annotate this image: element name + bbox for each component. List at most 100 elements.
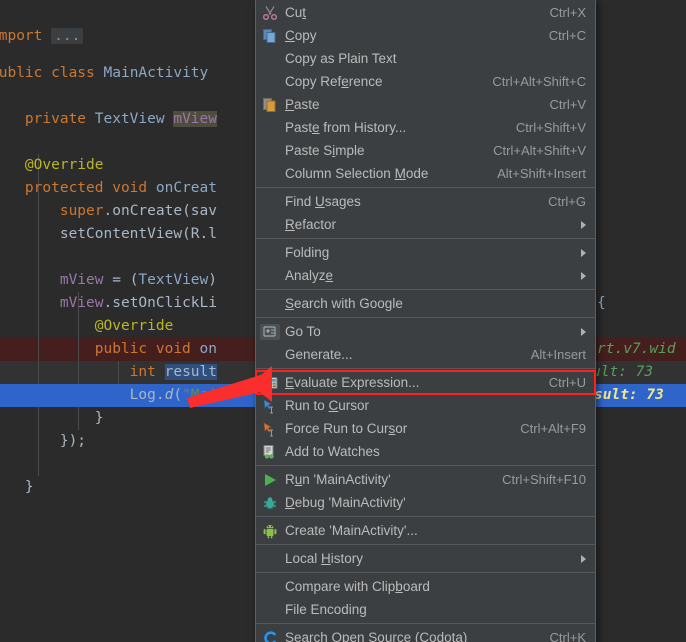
menu-item-column-selection-mode[interactable]: Column Selection Mode Alt+Shift+Insert <box>256 162 595 185</box>
indent-guide <box>38 246 39 269</box>
menu-item-no-icon <box>260 120 280 136</box>
run-icon <box>260 472 280 488</box>
menu-item-shortcut: Ctrl+Shift+V <box>515 120 586 135</box>
code-text: mView.setOnClickLi <box>0 292 217 315</box>
code-text: mView = (TextView) <box>0 269 217 292</box>
force-run-to-cursor-icon <box>260 421 280 437</box>
menu-item-shortcut: Ctrl+X <box>549 5 586 20</box>
code-token: ... <box>51 28 84 44</box>
cut-icon <box>260 5 280 21</box>
menu-item-go-to[interactable]: Go To <box>256 320 595 343</box>
menu-item-no-icon <box>260 166 280 182</box>
menu-item-shortcut: Alt+Insert <box>530 347 586 362</box>
code-text: } <box>0 407 104 430</box>
submenu-arrow-icon <box>581 554 586 563</box>
menu-item-file-encoding[interactable]: File Encoding <box>256 598 595 621</box>
menu-item-shortcut: Ctrl+K <box>549 630 586 642</box>
menu-item-compare-with-clipboard[interactable]: Compare with Clipboard <box>256 575 595 598</box>
code-token: @Override <box>0 318 174 334</box>
menu-item-find-usages[interactable]: Find Usages Ctrl+G <box>256 190 595 213</box>
code-text: setContentView(R.l <box>0 223 217 246</box>
submenu-arrow-icon <box>581 220 586 229</box>
menu-item-refactor[interactable]: Refactor <box>256 213 595 236</box>
menu-separator <box>256 238 595 239</box>
menu-separator <box>256 544 595 545</box>
menu-item-cut[interactable]: Cut Ctrl+X <box>256 1 595 24</box>
menu-item-local-history[interactable]: Local History <box>256 547 595 570</box>
code-text: public class MainActivity <box>0 62 217 85</box>
menu-item-run-to-cursor[interactable]: Run to Cursor <box>256 394 595 417</box>
codota-icon <box>260 630 280 642</box>
menu-item-copy-reference[interactable]: Copy Reference Ctrl+Alt+Shift+C <box>256 70 595 93</box>
code-text: } <box>0 476 34 499</box>
menu-item-no-icon <box>260 74 280 90</box>
menu-item-shortcut: Ctrl+Alt+Shift+C <box>492 74 586 89</box>
menu-item-no-icon <box>260 602 280 618</box>
menu-item-shortcut: Ctrl+U <box>548 375 586 390</box>
code-token: onCreat <box>155 180 217 196</box>
code-token: Log. <box>0 387 165 403</box>
code-text: private TextView mView <box>0 108 217 131</box>
menu-item-paste-from-history[interactable]: Paste from History... Ctrl+Shift+V <box>256 116 595 139</box>
add-to-watches-icon <box>260 444 280 460</box>
menu-item-no-icon <box>260 245 280 261</box>
menu-item-shortcut: Ctrl+Shift+F10 <box>502 472 586 487</box>
menu-item-label: File Encoding <box>285 602 367 617</box>
menu-item-label: Debug 'MainActivity' <box>285 495 406 510</box>
code-token: MainActivity <box>103 65 217 81</box>
menu-item-label: Copy as Plain Text <box>285 51 397 66</box>
paste-icon <box>260 97 280 113</box>
menu-item-label: Paste Simple <box>285 143 365 158</box>
code-token: setContentView(R.l <box>0 226 217 242</box>
menu-item-analyze[interactable]: Analyze <box>256 264 595 287</box>
code-token: ) <box>208 272 217 288</box>
code-token: "Mai <box>182 387 217 403</box>
editor-context-menu[interactable]: Cut Ctrl+X Copy Ctrl+C Copy as Plain Text Cop… <box>255 0 596 642</box>
code-token: @Override <box>0 157 104 173</box>
menu-separator <box>256 465 595 466</box>
code-text: Log.d("Mai <box>0 384 217 407</box>
menu-item-add-to-watches[interactable]: Add to Watches <box>256 440 595 463</box>
code-token: mView <box>0 272 104 288</box>
code-token: result <box>164 364 217 380</box>
menu-item-label: Local History <box>285 551 364 566</box>
menu-item-create-mainactivity[interactable]: Create 'MainActivity'... <box>256 519 595 542</box>
code-text: }); <box>0 430 86 453</box>
code-token: TextView <box>138 272 209 288</box>
menu-item-copy[interactable]: Copy Ctrl+C <box>256 24 595 47</box>
menu-item-label: Search with Google <box>285 296 403 311</box>
menu-item-paste[interactable]: Paste Ctrl+V <box>256 93 595 116</box>
run-to-cursor-icon <box>260 398 280 414</box>
menu-item-label: Paste from History... <box>285 120 407 135</box>
code-token: mView <box>173 111 217 127</box>
menu-item-generate[interactable]: Generate... Alt+Insert <box>256 343 595 366</box>
menu-item-no-icon <box>260 551 280 567</box>
debugger-inline-value: sult: 73 <box>594 387 664 403</box>
menu-item-shortcut: Ctrl+Alt+F9 <box>520 421 586 436</box>
menu-item-run-mainactivity[interactable]: Run 'MainActivity' Ctrl+Shift+F10 <box>256 468 595 491</box>
menu-item-search-open-source-codota[interactable]: Search Open Source (Codota) Ctrl+K <box>256 626 595 642</box>
menu-item-copy-as-plain-text[interactable]: Copy as Plain Text <box>256 47 595 70</box>
menu-item-debug-mainactivity[interactable]: Debug 'MainActivity' <box>256 491 595 514</box>
menu-item-search-with-google[interactable]: Search with Google <box>256 292 595 315</box>
menu-item-evaluate-expression[interactable]: Evaluate Expression... Ctrl+U <box>255 370 596 395</box>
menu-item-shortcut: Alt+Shift+Insert <box>497 166 586 181</box>
code-token: public void <box>0 341 200 357</box>
debug-icon <box>260 495 280 511</box>
debugger-inline-value: rt.v7.wid <box>597 341 676 357</box>
menu-separator <box>256 289 595 290</box>
menu-item-label: Cut <box>285 5 307 20</box>
menu-item-label: Compare with Clipboard <box>285 579 430 594</box>
menu-separator <box>256 572 595 573</box>
menu-item-force-run-to-cursor[interactable]: Force Run to Cursor Ctrl+Alt+F9 <box>256 417 595 440</box>
code-token: private <box>0 111 95 127</box>
code-token: import <box>0 28 43 44</box>
menu-item-label: Run 'MainActivity' <box>285 472 391 487</box>
code-token: } <box>24 479 34 495</box>
android-icon <box>260 523 280 539</box>
code-token: public class <box>0 65 104 81</box>
menu-item-folding[interactable]: Folding <box>256 241 595 264</box>
menu-item-paste-simple[interactable]: Paste Simple Ctrl+Alt+Shift+V <box>256 139 595 162</box>
menu-item-label: Copy <box>285 28 317 43</box>
code-token: TextView <box>94 111 174 127</box>
